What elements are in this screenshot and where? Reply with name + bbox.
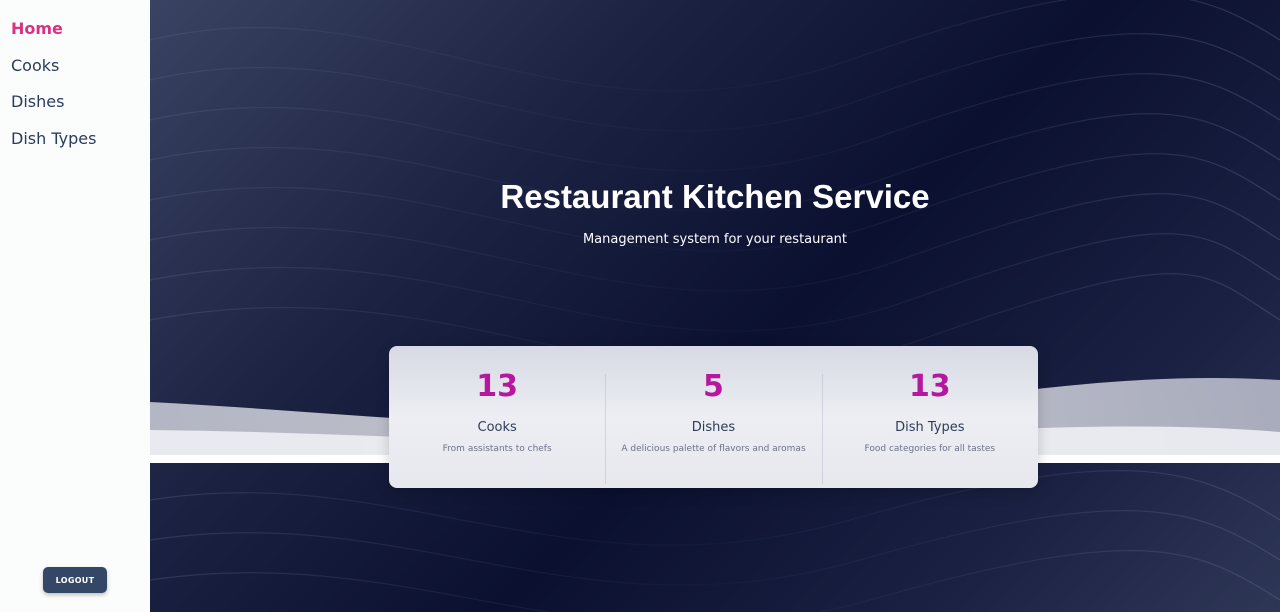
logout-button[interactable]: LOGOUT [43, 567, 107, 593]
sidebar: Home Cooks Dishes Dish Types LOGOUT [0, 0, 150, 612]
stat-dish-types[interactable]: 13 Dish Types Food categories for all ta… [821, 346, 1038, 488]
sidebar-item-dishes[interactable]: Dishes [0, 90, 150, 127]
stat-label: Cooks [477, 420, 517, 435]
stat-description: Food categories for all tastes [864, 444, 996, 454]
stat-value: 5 [703, 369, 724, 404]
hero-section: Restaurant Kitchen Service Management sy… [150, 0, 1280, 612]
sidebar-item-dish-types[interactable]: Dish Types [0, 127, 150, 164]
page-title: Restaurant Kitchen Service [500, 178, 930, 215]
stats-card: 13 Cooks From assistants to chefs 5 Dish… [389, 346, 1038, 488]
sidebar-item-home[interactable]: Home [0, 17, 150, 54]
stat-dishes[interactable]: 5 Dishes A delicious palette of flavors … [605, 346, 821, 488]
page-subtitle: Management system for your restaurant [582, 232, 848, 247]
stat-label: Dish Types [895, 420, 965, 435]
hero-background-image [150, 0, 1280, 612]
sidebar-item-cooks[interactable]: Cooks [0, 54, 150, 91]
stat-description: From assistants to chefs [442, 444, 552, 454]
stat-value: 13 [908, 369, 951, 404]
stat-value: 13 [476, 369, 519, 404]
sidebar-nav: Home Cooks Dishes Dish Types [0, 0, 150, 163]
stat-description: A delicious palette of flavors and aroma… [621, 444, 806, 454]
stat-label: Dishes [691, 420, 736, 435]
stat-cooks[interactable]: 13 Cooks From assistants to chefs [389, 346, 605, 488]
